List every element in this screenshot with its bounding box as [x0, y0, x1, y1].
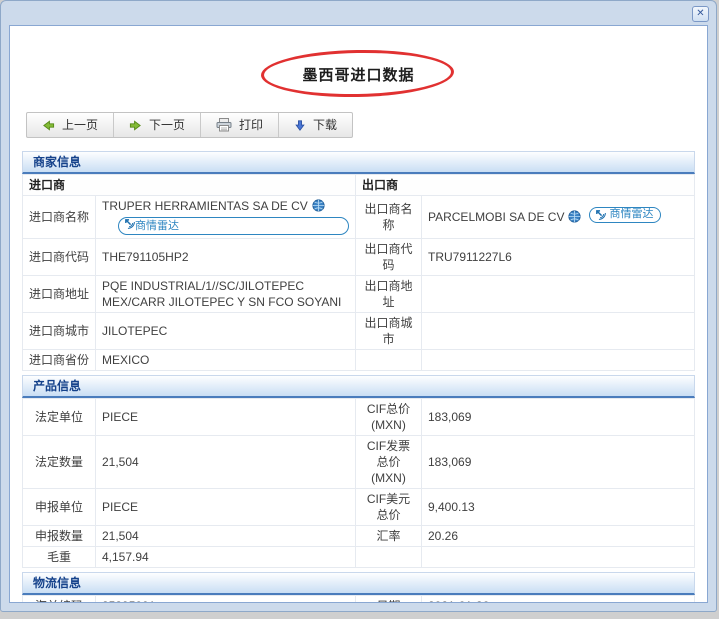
field-label: 汇率 [356, 526, 422, 547]
green-arrow-right-icon [129, 119, 142, 132]
field-label: 出口商代码 [355, 239, 421, 276]
title-area: 墨西哥进口数据 [254, 47, 464, 101]
merchant-info-table: 进口商出口商进口商名称 TRUPER HERRAMIENTAS SA DE CV 商… [22, 174, 695, 371]
field-label: 进口商名称 [23, 196, 96, 239]
table-row: 进口商代码THE791105HP2出口商代码TRU7911227L6 [23, 239, 695, 276]
green-arrow-left-icon [42, 119, 55, 132]
section-logistics-info: 物流信息海关编码85395001日期2021-01-30原产国CHINA运输方式… [22, 572, 695, 603]
toolbar: 上一页 下一页 打印 [26, 112, 353, 138]
table-row: 申报数量21,504汇率20.26 [23, 526, 695, 547]
field-value: PIECE [96, 399, 356, 436]
column-header-exporter: 出口商 [355, 175, 694, 196]
logistics-info-table: 海关编码85395001日期2021-01-30原产国CHINA运输方式BY S… [22, 595, 695, 603]
section-header-merchant-info: 商家信息 [22, 151, 695, 174]
field-value: PQE INDUSTRIAL/1//SC/JILOTEPEC MEX/CARR … [96, 276, 356, 313]
field-value: 9,400.13 [422, 489, 695, 526]
table-row: 进口商省份MEXICO [23, 350, 695, 371]
download-label: 下载 [313, 117, 337, 133]
field-label: 申报单位 [23, 489, 96, 526]
import-data-dialog: ✕ 墨西哥进口数据 上一页 下一页 [0, 0, 717, 612]
prev-page-label: 上一页 [62, 117, 98, 133]
field-label: 进口商地址 [23, 276, 96, 313]
section-header-product-info: 产品信息 [22, 375, 695, 398]
field-label: 法定单位 [23, 399, 96, 436]
field-label: 进口商代码 [23, 239, 96, 276]
field-value: 21,504 [96, 526, 356, 547]
field-value: THE791105HP2 [96, 239, 356, 276]
field-value: JILOTEPEC [96, 313, 356, 350]
field-value: TRU7911227L6 [421, 239, 694, 276]
company-name: PARCELMOBI SA DE CV [428, 210, 564, 224]
field-label: 出口商城市 [355, 313, 421, 350]
table-row: 进口商名称 TRUPER HERRAMIENTAS SA DE CV 商情雷达 出口商… [23, 196, 695, 239]
field-value: PARCELMOBI SA DE CV 商情雷达 [421, 196, 694, 239]
blue-arrow-down-icon [294, 119, 306, 132]
section-merchant-info: 商家信息进口商出口商进口商名称TRUPER HERRAMIENTAS SA DE… [22, 151, 695, 371]
globe-icon[interactable] [568, 210, 581, 227]
table-row: 进口商地址PQE INDUSTRIAL/1//SC/JILOTEPEC MEX/… [23, 276, 695, 313]
field-label: 申报数量 [23, 526, 96, 547]
next-page-button[interactable]: 下一页 [114, 113, 201, 137]
field-value [421, 276, 694, 313]
product-info-table: 法定单位PIECECIF总价(MXN)183,069法定数量21,504CIF发… [22, 398, 695, 568]
field-value [421, 313, 694, 350]
printer-icon [216, 118, 232, 132]
field-label: 法定数量 [23, 436, 96, 489]
dialog-titlebar: ✕ [1, 1, 716, 25]
field-label: 日期 [356, 596, 422, 604]
red-circle-annotation [260, 48, 454, 98]
field-label: CIF美元总价 [356, 489, 422, 526]
field-value: 183,069 [422, 399, 695, 436]
company-name: TRUPER HERRAMIENTAS SA DE CV [102, 199, 308, 213]
table-row: 海关编码85395001日期2021-01-30 [23, 596, 695, 604]
radar-badge-label: 商情雷达 [609, 208, 653, 221]
download-button[interactable]: 下载 [279, 113, 352, 137]
radar-icon [124, 218, 135, 229]
prev-page-button[interactable]: 上一页 [27, 113, 114, 137]
field-value: TRUPER HERRAMIENTAS SA DE CV 商情雷达 [96, 196, 356, 239]
section-product-info: 产品信息法定单位PIECECIF总价(MXN)183,069法定数量21,504… [22, 375, 695, 568]
radar-icon [595, 209, 606, 220]
table-row: 毛重4,157.94 [23, 547, 695, 568]
field-label [355, 350, 421, 371]
globe-icon[interactable] [312, 199, 325, 216]
table-row: 申报单位PIECECIF美元总价9,400.13 [23, 489, 695, 526]
field-value: 21,504 [96, 436, 356, 489]
field-value: 85395001 [96, 596, 356, 604]
table-row: 进口商城市JILOTEPEC出口商城市 [23, 313, 695, 350]
field-label [356, 547, 422, 568]
field-label: CIF发票总价(MXN) [356, 436, 422, 489]
print-label: 打印 [239, 117, 263, 133]
field-label: 出口商地址 [355, 276, 421, 313]
table-row: 法定单位PIECECIF总价(MXN)183,069 [23, 399, 695, 436]
dialog-content: 墨西哥进口数据 上一页 下一页 [9, 25, 708, 603]
field-label: CIF总价(MXN) [356, 399, 422, 436]
field-label: 毛重 [23, 547, 96, 568]
column-header-importer: 进口商 [23, 175, 356, 196]
radar-badge[interactable]: 商情雷达 [589, 207, 661, 223]
field-value [421, 350, 694, 371]
field-value [422, 547, 695, 568]
field-value: 183,069 [422, 436, 695, 489]
field-value: 4,157.94 [96, 547, 356, 568]
section-header-logistics-info: 物流信息 [22, 572, 695, 595]
radar-badge-label: 商情雷达 [135, 220, 179, 232]
field-value: PIECE [96, 489, 356, 526]
field-value: 20.26 [422, 526, 695, 547]
field-label: 海关编码 [23, 596, 96, 604]
field-label: 出口商名称 [355, 196, 421, 239]
print-button[interactable]: 打印 [201, 113, 279, 137]
table-row: 法定数量21,504CIF发票总价(MXN)183,069 [23, 436, 695, 489]
next-page-label: 下一页 [149, 117, 185, 133]
close-button[interactable]: ✕ [692, 6, 709, 22]
radar-badge[interactable]: 商情雷达 [118, 217, 349, 235]
close-icon: ✕ [696, 9, 704, 19]
field-label: 进口商省份 [23, 350, 96, 371]
field-value: 2021-01-30 [422, 596, 695, 604]
field-value: MEXICO [96, 350, 356, 371]
detail-sections: 商家信息进口商出口商进口商名称TRUPER HERRAMIENTAS SA DE… [22, 151, 695, 603]
field-label: 进口商城市 [23, 313, 96, 350]
